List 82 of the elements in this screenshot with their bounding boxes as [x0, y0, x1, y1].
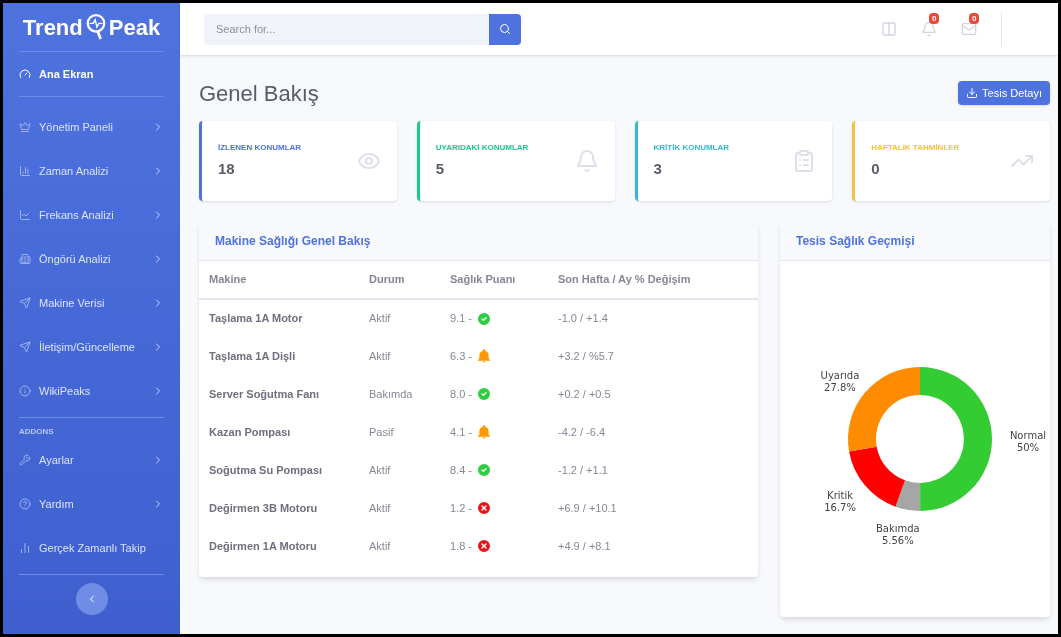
stat-value: 18 [218, 158, 236, 179]
score-text: 6.3 - [450, 348, 472, 364]
nav-icon [19, 209, 31, 221]
status-cell: Aktif [369, 489, 450, 527]
column-header: Durum [369, 261, 450, 299]
score-text: 1.8 - [450, 538, 472, 554]
sidebar-item[interactable]: Ana Ekran [3, 52, 180, 96]
section-heading: ADDONS [18, 426, 55, 438]
stat-value: 3 [653, 158, 663, 179]
status-cell: Aktif [369, 527, 450, 565]
stat-value: 5 [435, 158, 446, 179]
bell-icon[interactable] [921, 21, 937, 37]
change-cell: -1.0 / +1.4 [558, 299, 758, 337]
nav-icon [19, 68, 31, 80]
nav-icon [19, 165, 31, 177]
sidebar-item[interactable]: Öngörü Analizi [3, 237, 180, 281]
score-text: 8.0 - [450, 386, 472, 402]
column-header: Sağlık Puanı [450, 261, 558, 299]
nav-icon [19, 498, 31, 510]
search-icon [499, 23, 511, 35]
sidebar-item[interactable]: Gerçek Zamanlı Takip [3, 526, 180, 570]
sidebar-item[interactable]: Ayarlar [3, 438, 180, 482]
stat-label: KRİTİK KONUMLAR [653, 141, 731, 154]
search-button[interactable] [489, 13, 521, 45]
nav-icon [19, 341, 31, 353]
card-title: Makine Sağlığı Genel Bakış [215, 232, 371, 250]
machine-cell: Taşlama 1A Dişli [199, 337, 369, 375]
stat-label: HAFTALIK TAHMİNLER [871, 141, 961, 154]
sidebar-item[interactable]: Frekans Analizi [3, 193, 180, 237]
status-cell: Aktif [369, 451, 450, 489]
nav-icon [19, 297, 31, 309]
change-cell-text: +3.2 / %5.7 [558, 348, 615, 364]
sidebar-item[interactable]: Yönetim Paneli [3, 105, 180, 149]
nav-icon [19, 253, 31, 265]
page-title: Genel Bakış [199, 79, 319, 108]
stat-value: 0 [871, 158, 881, 179]
card-title: Tesis Sağlık Geçmişi [796, 232, 915, 250]
change-cell-text: -1.2 / +1.1 [558, 462, 609, 478]
machine-cell: Server Soğutma Fanı [199, 375, 369, 413]
slice-label: Uyarıda 27.8% [820, 369, 860, 393]
facility-detail-button[interactable]: Tesis Detayı [958, 81, 1050, 105]
machine-cell: Taşlama 1A Motor [199, 299, 369, 337]
score-text: 8.4 - [450, 462, 472, 478]
score-text: 4.1 - [450, 424, 472, 440]
sidebar-item[interactable]: İletişim/Güncelleme [3, 325, 180, 369]
slice-label: Bakımda 5.56% [875, 522, 920, 546]
stat-label: UYARIDAKİ KONUMLAR [435, 141, 530, 154]
sidebar-item[interactable]: Zaman Analizi [3, 149, 180, 193]
sidebar-item[interactable]: Makine Verisi [3, 281, 180, 325]
slice-label: Kritik 16.7% [824, 490, 856, 514]
status-cell: Aktif [369, 337, 450, 375]
score-text: 1.2 - [450, 500, 472, 516]
stat-icon [574, 149, 599, 173]
stat-label: İZLENEN KONUMLAR [218, 141, 303, 154]
status-cell: Bakımda [369, 375, 450, 413]
machine-cell: Kazan Pompası [199, 413, 369, 451]
slice-label: Normal 50% [1009, 429, 1047, 453]
nav-icon [19, 121, 31, 133]
nav-icon [19, 454, 31, 466]
alerts-badge: 0 [929, 13, 940, 24]
sidebar-item[interactable]: Yardım [3, 482, 180, 526]
status-cell: Aktif [369, 299, 450, 337]
machine-cell: Değirmen 1A Motoru [199, 527, 369, 565]
brand-logo[interactable]: Trend Peak [3, 3, 180, 51]
messages-badge: 0 [969, 13, 980, 24]
machine-cell: Soğutma Su Pompası [199, 451, 369, 489]
change-cell-text: +6.9 / +10.1 [558, 500, 618, 516]
mail-icon[interactable] [961, 21, 977, 37]
change-cell-text: +0.2 / +0.5 [558, 386, 612, 402]
change-cell-text: +4.9 / +8.1 [558, 538, 612, 554]
sidebar-item[interactable]: WikiPeaks [3, 369, 180, 413]
nav-icon [19, 542, 31, 554]
nav-icon [19, 385, 31, 397]
machine-cell: Değirmen 3B Motoru [199, 489, 369, 527]
column-header: Son Hafta / Ay % Değişim [558, 261, 758, 299]
column-header: Makine [199, 261, 369, 299]
search-field[interactable]: Search for... [204, 13, 489, 45]
status-cell: Pasif [369, 413, 450, 451]
download-icon [966, 87, 979, 99]
score-text: 9.1 - [450, 311, 472, 327]
change-cell-text: -4.2 / -6.4 [558, 424, 607, 440]
magnifier-icon [84, 13, 107, 41]
